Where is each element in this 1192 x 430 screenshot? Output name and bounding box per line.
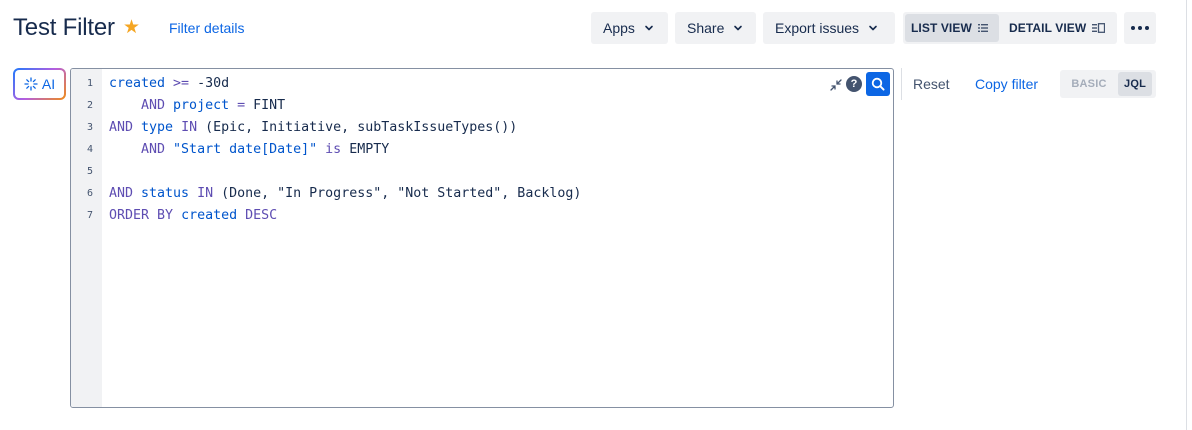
code-token: IN [173, 120, 206, 135]
line-number: 4 [86, 144, 93, 155]
code-line[interactable]: AND "Start date[Date]" is EMPTY [109, 142, 389, 157]
code-token: type [141, 120, 174, 135]
toolbar-divider [901, 68, 902, 100]
more-actions-button[interactable] [1124, 12, 1156, 44]
code-token: AND [109, 186, 142, 201]
code-line[interactable]: AND project = FINT [109, 98, 285, 113]
line-number: 7 [86, 210, 93, 221]
code-token: project [173, 98, 230, 113]
code-token: (Done, "In Progress", "Not Started", Bac… [221, 186, 582, 201]
code-token: -30d [197, 76, 230, 91]
code-token: = [229, 98, 254, 113]
code-token: created [181, 208, 238, 223]
share-label: Share [687, 20, 725, 36]
export-issues-button[interactable]: Export issues [763, 12, 895, 44]
jql-editor[interactable]: 1 2 3 4 5 6 7 created >= -30d AND project = FI… [70, 68, 894, 408]
more-icon [1131, 26, 1149, 30]
ai-button[interactable]: AI [13, 68, 66, 100]
list-view-icon [977, 24, 988, 32]
export-issues-label: Export issues [775, 20, 860, 36]
code-token: ORDER BY [109, 208, 182, 223]
detail-view-icon [1092, 23, 1106, 33]
search-mode-toggle: BASIC JQL [1060, 70, 1156, 98]
search-button[interactable] [866, 72, 890, 96]
chevron-down-icon [867, 22, 879, 34]
code-token: "Start date[Date]" [173, 142, 318, 157]
view-toggle-group: LIST VIEW DETAIL VIEW [903, 12, 1117, 44]
line-number-gutter: 1 2 3 4 5 6 7 [71, 69, 102, 407]
line-number: 5 [86, 166, 93, 177]
detail-view-label: DETAIL VIEW [1009, 21, 1087, 35]
apps-button[interactable]: Apps [591, 12, 668, 44]
line-number: 1 [86, 78, 93, 89]
code-token: is [317, 142, 350, 157]
code-token: status [141, 186, 190, 201]
chevron-down-icon [643, 22, 655, 34]
collapse-icon[interactable] [830, 78, 842, 91]
code-line[interactable]: created >= -30d [109, 76, 229, 91]
list-view-label: LIST VIEW [911, 21, 972, 35]
reset-button[interactable]: Reset [913, 76, 950, 92]
page-title: Test Filter [13, 14, 115, 41]
help-icon[interactable]: ? [846, 76, 862, 92]
jql-mode-button[interactable]: JQL [1118, 72, 1152, 96]
ai-sparkle-icon [24, 77, 38, 91]
search-icon [871, 77, 885, 91]
star-icon[interactable]: ★ [123, 17, 143, 37]
line-number: 6 [86, 188, 93, 199]
code-token: >= [165, 76, 198, 91]
code-token: created [109, 76, 166, 91]
adjacent-panel-edge [1186, 0, 1192, 430]
code-token: AND [109, 120, 142, 135]
ai-label: AI [41, 76, 56, 92]
code-token: DESC [237, 208, 278, 223]
code-token: (Epic, Initiative, subTaskIssueTypes()) [205, 120, 518, 135]
code-line[interactable]: AND status IN (Done, "In Progress", "Not… [109, 186, 581, 201]
code-line[interactable]: ORDER BY created DESC [109, 208, 277, 223]
code-token: EMPTY [349, 142, 390, 157]
code-token: AND [109, 142, 174, 157]
line-number: 3 [86, 122, 93, 133]
share-button[interactable]: Share [675, 12, 756, 44]
code-line[interactable]: AND type IN (Epic, Initiative, subTaskIs… [109, 120, 517, 135]
detail-view-button[interactable]: DETAIL VIEW [1003, 14, 1113, 42]
basic-mode-button[interactable]: BASIC [1064, 72, 1114, 96]
apps-label: Apps [603, 20, 635, 36]
code-token: IN [189, 186, 222, 201]
copy-filter-button[interactable]: Copy filter [975, 76, 1038, 92]
filter-details-link[interactable]: Filter details [169, 20, 244, 36]
code-token: FINT [253, 98, 286, 113]
line-number: 2 [86, 100, 93, 111]
chevron-down-icon [732, 22, 744, 34]
list-view-button[interactable]: LIST VIEW [905, 14, 999, 42]
code-token: AND [109, 98, 174, 113]
